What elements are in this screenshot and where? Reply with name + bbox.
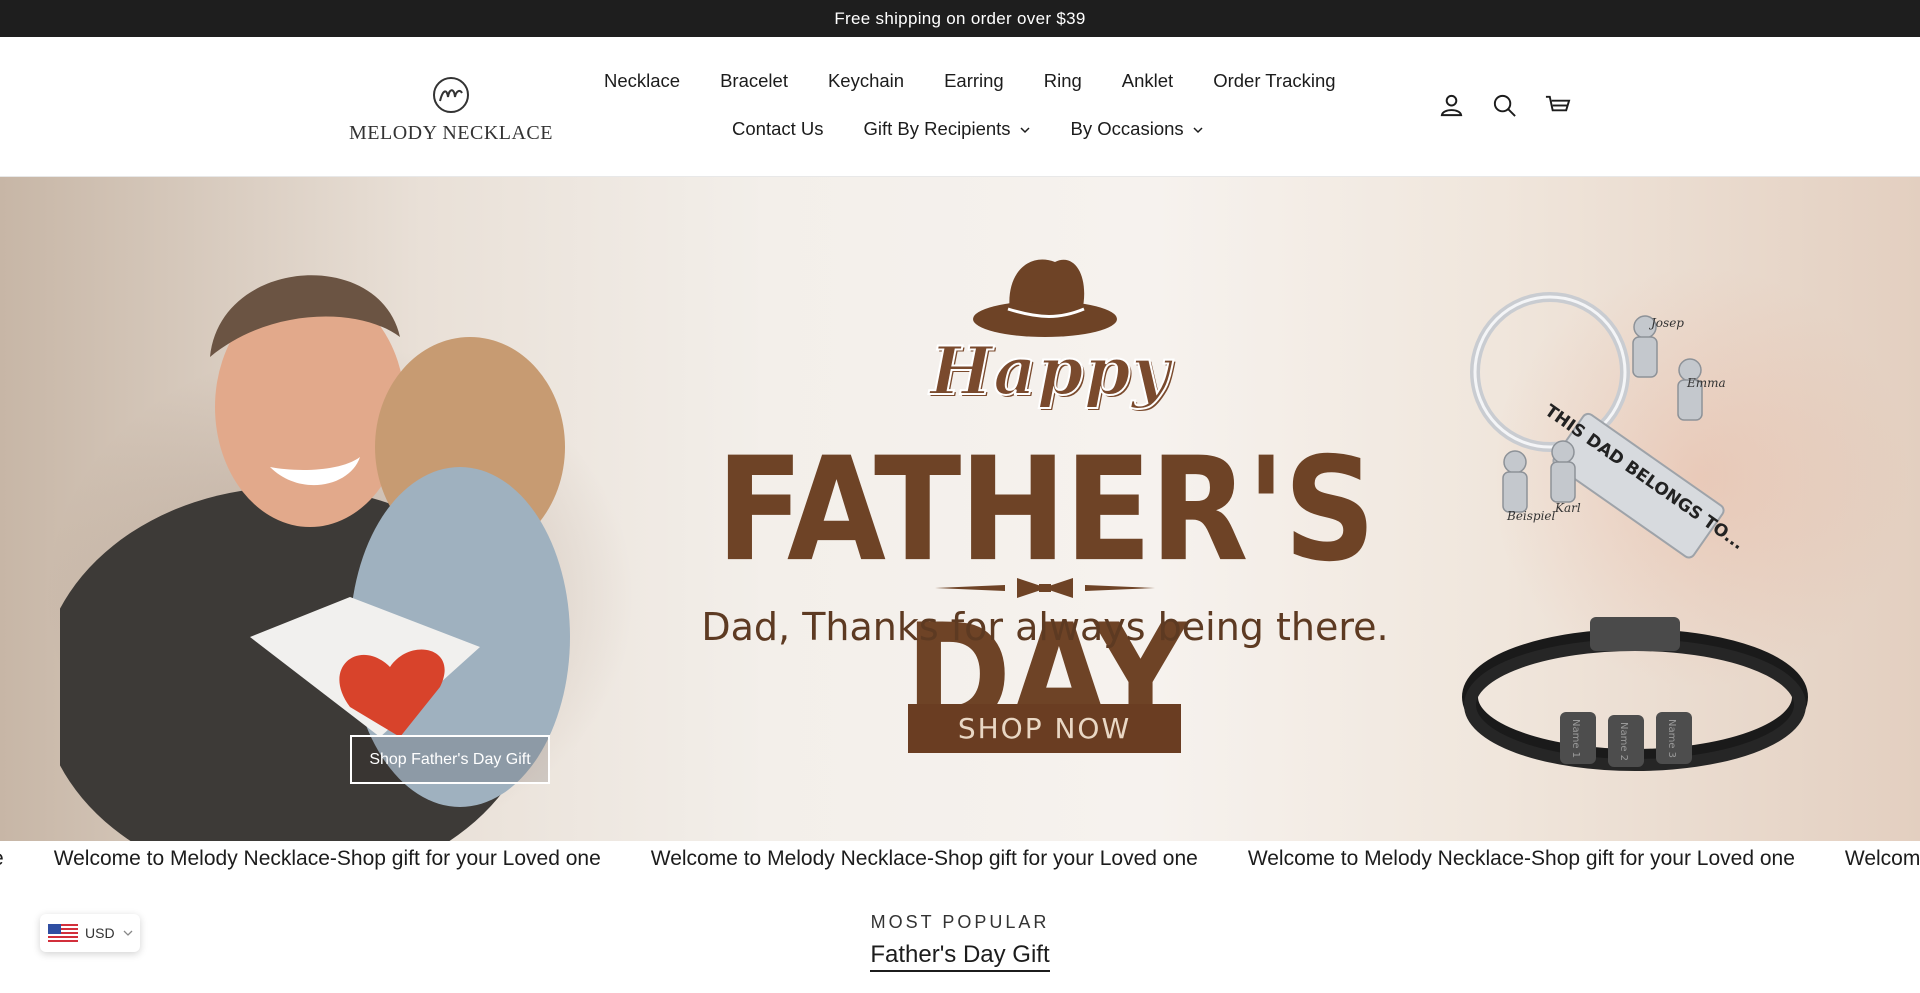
- site-header: MELODY NECKLACE Necklace Bracelet Keycha…: [0, 37, 1920, 177]
- keychain-name-2: Emma: [1686, 376, 1726, 390]
- nav-item-contact-us[interactable]: Contact Us: [732, 118, 844, 140]
- nav-label: Contact Us: [732, 118, 824, 139]
- main-nav-row2: Contact Us Gift By Recipients By Occasio…: [732, 118, 1224, 140]
- keychain-name-1: Josep: [1648, 316, 1684, 330]
- nav-item-bracelet[interactable]: Bracelet: [700, 70, 808, 92]
- hero-tagline: Dad, Thanks for always being there.: [701, 605, 1389, 649]
- nav-item-ring[interactable]: Ring: [1024, 70, 1102, 92]
- us-flag-icon: [48, 924, 78, 942]
- marquee-item: e: [0, 847, 29, 871]
- bracelet-bead-1: Name 1: [1570, 719, 1581, 758]
- currency-code: USD: [85, 925, 115, 941]
- hat-icon: [973, 259, 1117, 337]
- nav-item-anklet[interactable]: Anklet: [1102, 70, 1193, 92]
- main-nav-row1: Necklace Bracelet Keychain Earring Ring …: [604, 70, 1356, 92]
- account-icon[interactable]: [1438, 92, 1465, 119]
- welcome-marquee: e Welcome to Melody Necklace-Shop gift f…: [0, 841, 1920, 881]
- brand-logo[interactable]: MELODY NECKLACE: [349, 75, 553, 145]
- section-title: Father's Day Gift: [0, 941, 1920, 972]
- section-eyebrow: MOST POPULAR: [870, 912, 1050, 932]
- section-title-link[interactable]: Father's Day Gift: [870, 941, 1050, 972]
- bracelet-bead-3: Name 3: [1666, 719, 1677, 758]
- bracelet-bead-2: Name 2: [1618, 722, 1629, 761]
- nav-item-keychain[interactable]: Keychain: [808, 70, 924, 92]
- keychain-name-3: Beispiel: [1506, 509, 1556, 523]
- hero-banner[interactable]: Happy FATHER'S DAY Dad, Thanks for alway…: [0, 177, 1920, 841]
- bracelet-product-image: Name 1 Name 2 Name 3: [1462, 617, 1808, 771]
- announcement-text: Free shipping on order over $39: [834, 8, 1086, 28]
- chevron-down-icon: [1020, 127, 1030, 134]
- header-actions: [1438, 92, 1571, 119]
- nav-item-necklace[interactable]: Necklace: [604, 70, 700, 92]
- nav-item-gift-by-recipients[interactable]: Gift By Recipients: [844, 118, 1051, 140]
- marquee-item: Welcome to Melody Necklace-Shop gift for…: [650, 847, 1198, 870]
- marquee-item: Welcome to Melody Necklace-Shop gift for…: [53, 847, 601, 870]
- brand-name: MELODY NECKLACE: [349, 122, 553, 144]
- shop-fathers-day-gift-button[interactable]: Shop Father's Day Gift: [350, 735, 550, 784]
- nav-label: Gift By Recipients: [863, 118, 1011, 139]
- cart-icon[interactable]: [1544, 92, 1571, 119]
- announcement-bar: Free shipping on order over $39: [0, 0, 1920, 37]
- marquee-track: e Welcome to Melody Necklace-Shop gift f…: [0, 847, 1920, 871]
- nav-item-earring[interactable]: Earring: [924, 70, 1024, 92]
- bowtie-divider-icon: [935, 578, 1155, 598]
- keychain-product-image: THIS DAD BELONGS TO... Josep Emma Beispi…: [1470, 292, 1748, 559]
- nav-label: By Occasions: [1070, 118, 1184, 139]
- search-icon[interactable]: [1491, 92, 1518, 119]
- keychain-name-4: Karl: [1554, 501, 1581, 515]
- hero-happy-text: Happy: [929, 331, 1171, 411]
- currency-selector[interactable]: USD: [40, 914, 140, 952]
- nav-item-by-occasions[interactable]: By Occasions: [1051, 118, 1224, 140]
- marquee-item: Welcome to Mel: [1844, 847, 1920, 870]
- nav-item-order-tracking[interactable]: Order Tracking: [1193, 70, 1355, 92]
- logo-mark-icon: [433, 77, 469, 113]
- chevron-down-icon: [1193, 127, 1203, 134]
- shop-now-button[interactable]: SHOP NOW: [908, 704, 1181, 753]
- chevron-down-icon: [123, 930, 133, 936]
- marquee-item: Welcome to Melody Necklace-Shop gift for…: [1247, 847, 1795, 870]
